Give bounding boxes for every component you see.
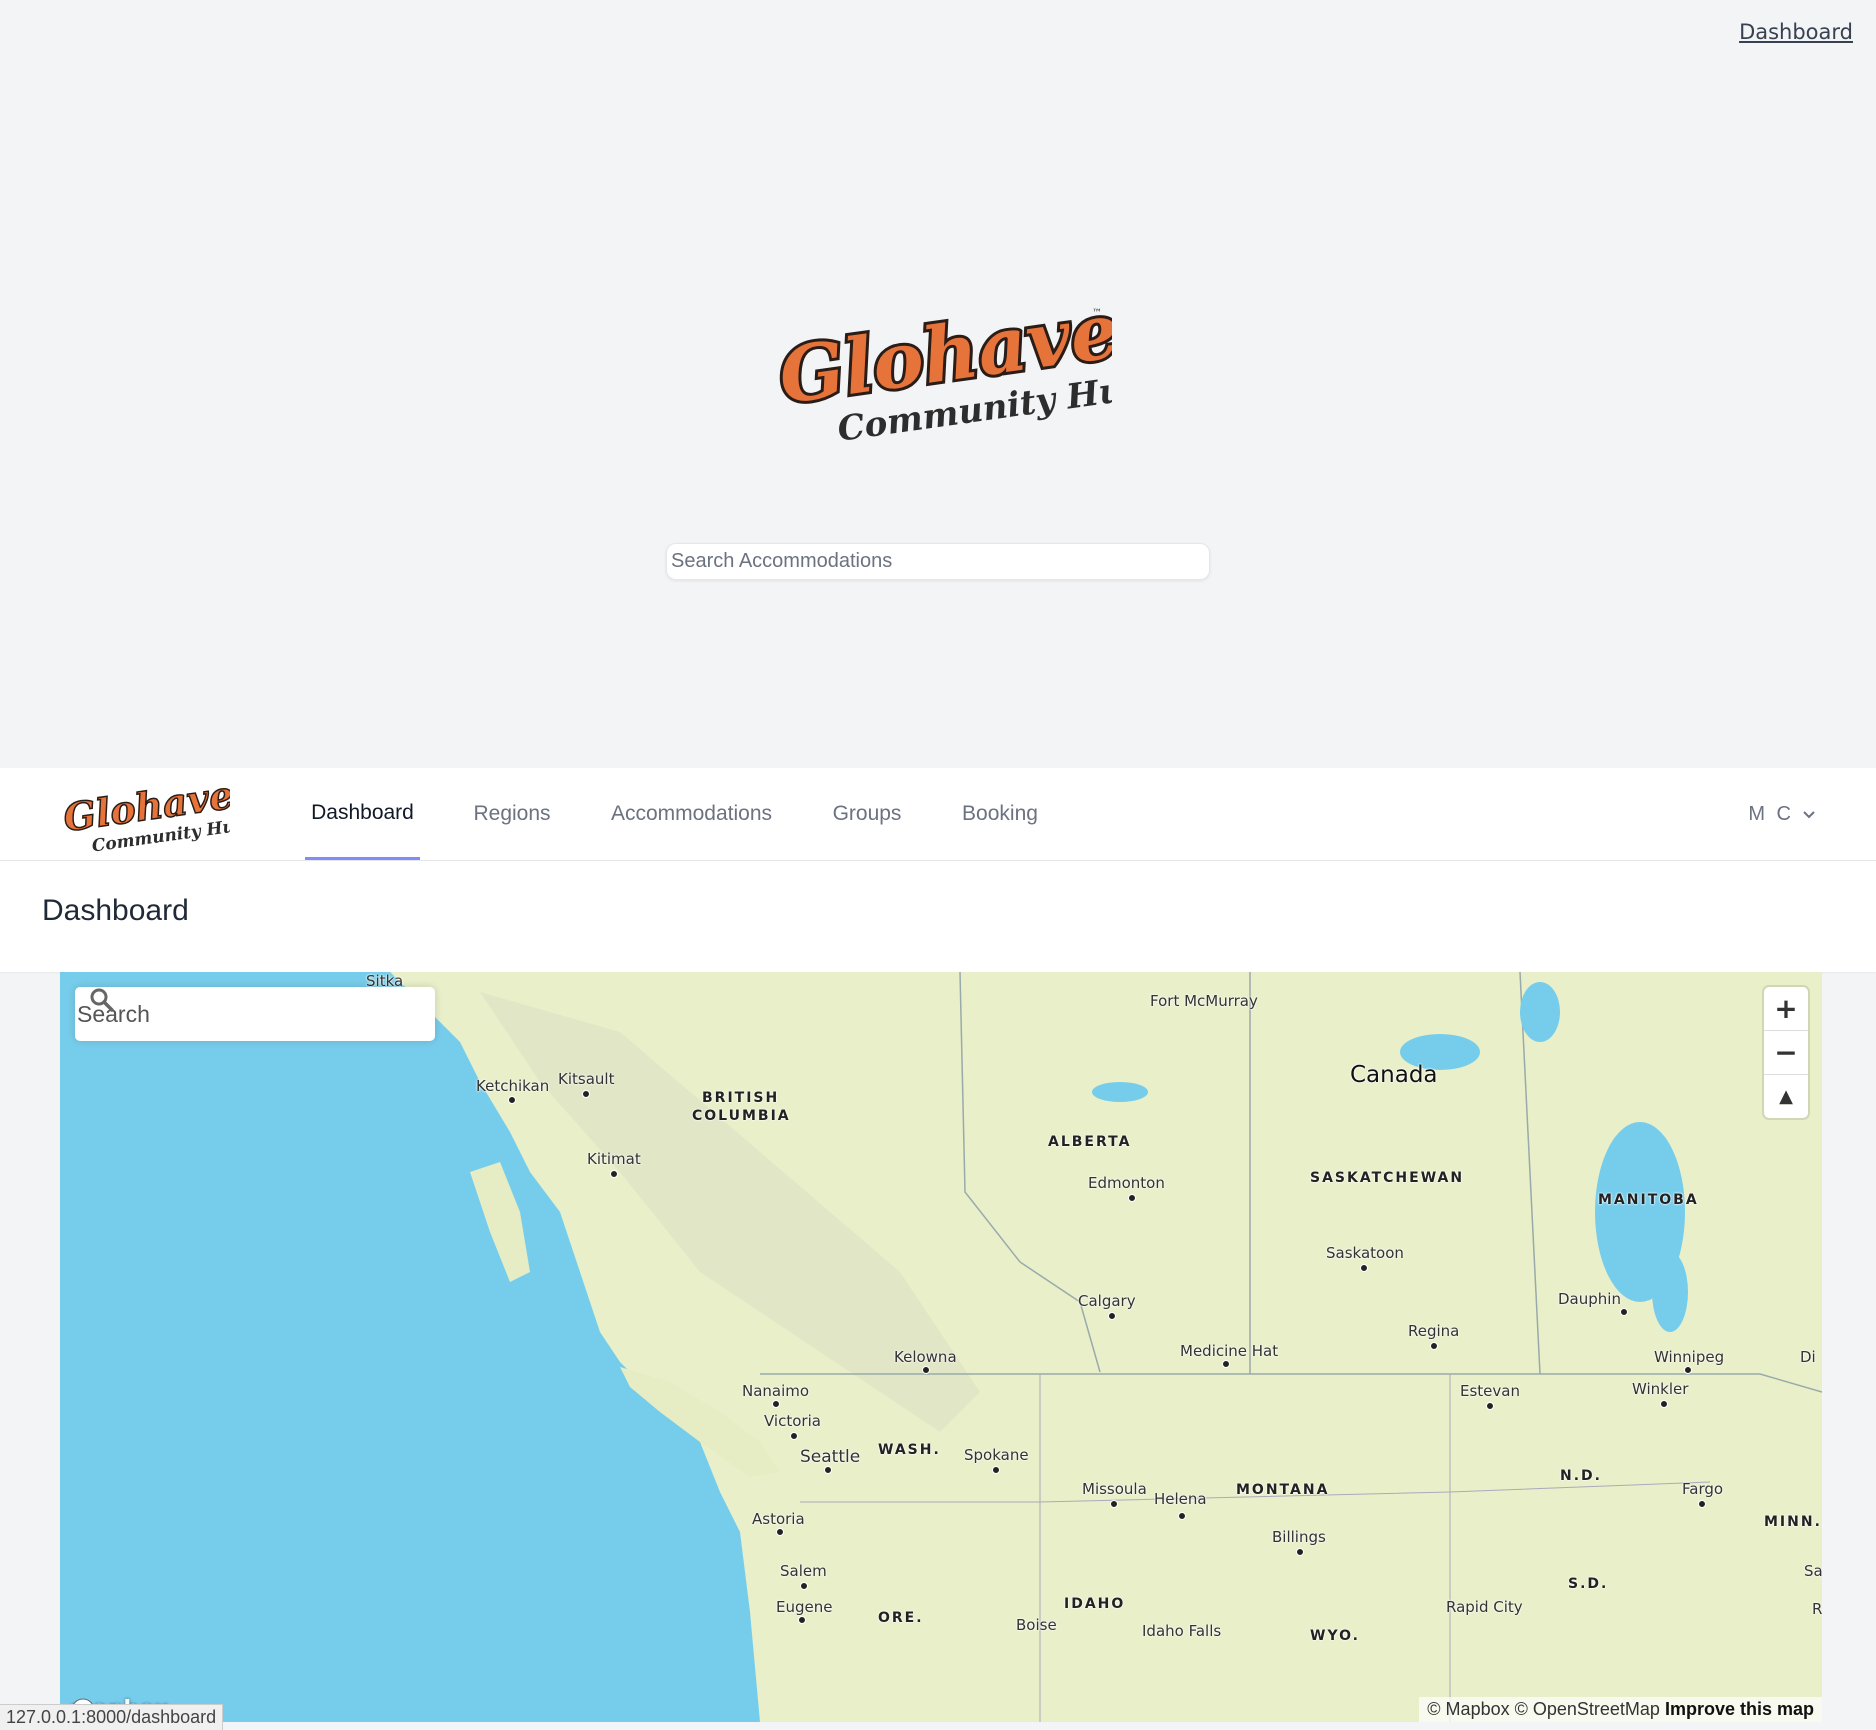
- map-province-label: WYO.: [1310, 1628, 1360, 1644]
- map-city-label: R: [1812, 1600, 1822, 1618]
- attribution-text[interactable]: © Mapbox © OpenStreetMap: [1427, 1699, 1660, 1719]
- map-city-label: Seattle: [800, 1447, 861, 1467]
- glohaven-logo: Glohaven Glohaven Community Hub ™: [772, 296, 1112, 450]
- compass-button[interactable]: ▲: [1764, 1075, 1808, 1118]
- map-province-label: ORE.: [878, 1610, 924, 1626]
- map-province-label: MINN.: [1764, 1514, 1822, 1530]
- map-city-label: Fort McMurray: [1150, 992, 1258, 1010]
- map-city-label: Astoria: [752, 1510, 805, 1528]
- map-city-label: Kitsault: [558, 1070, 615, 1088]
- map-search-box[interactable]: [75, 987, 435, 1041]
- map-province-label: MANITOBA: [1598, 1192, 1699, 1208]
- city-marker: [1430, 1342, 1438, 1350]
- map-city-label: Idaho Falls: [1142, 1622, 1222, 1640]
- map-province-label: S.D.: [1568, 1576, 1609, 1592]
- tab-dashboard[interactable]: Dashboard: [305, 768, 420, 860]
- map-city-label: Helena: [1154, 1490, 1207, 1508]
- tab-accommodations[interactable]: Accommodations: [604, 768, 779, 860]
- user-menu[interactable]: M C: [1748, 768, 1816, 860]
- city-marker: [1486, 1402, 1494, 1410]
- city-marker: [790, 1432, 798, 1440]
- city-marker: [922, 1366, 930, 1374]
- city-marker: [1128, 1194, 1136, 1202]
- map-attribution: © Mapbox © OpenStreetMap Improve this ma…: [1419, 1697, 1822, 1722]
- city-marker: [1360, 1264, 1368, 1272]
- city-marker: [610, 1170, 618, 1178]
- city-marker: [1108, 1312, 1116, 1320]
- map-province-label: SASKATCHEWAN: [1310, 1170, 1465, 1186]
- city-marker: [798, 1616, 806, 1624]
- city-marker: [1222, 1360, 1230, 1368]
- map-city-label: Winkler: [1632, 1380, 1689, 1398]
- map-province-label: IDAHO: [1064, 1596, 1126, 1612]
- chevron-down-icon: [1803, 811, 1815, 819]
- user-initials: M C: [1748, 802, 1794, 825]
- city-marker: [1296, 1548, 1304, 1556]
- map-city-label: Saint: [1804, 1562, 1822, 1580]
- map-city-label: Boise: [1016, 1616, 1057, 1634]
- map-province-label: ALBERTA: [1048, 1134, 1132, 1150]
- map-city-label: Dauphin: [1558, 1290, 1621, 1308]
- map-city-label: Salem: [780, 1562, 827, 1580]
- map-city-label: Regina: [1408, 1322, 1460, 1340]
- search-accommodations-input[interactable]: [666, 543, 1210, 580]
- map-city-label: Ketchikan: [476, 1077, 550, 1095]
- svg-text:™: ™: [1092, 308, 1102, 319]
- map-city-label: Kitimat: [587, 1150, 641, 1168]
- map[interactable]: Sitka Fort McMurray Canada Ketchikan Kit…: [60, 972, 1822, 1722]
- map-terrain: [390, 972, 1822, 1722]
- top-dashboard-link[interactable]: Dashboard: [1739, 20, 1853, 44]
- map-city-label: Eugene: [776, 1598, 833, 1616]
- city-marker: [824, 1466, 832, 1474]
- map-province-label: WASH.: [878, 1442, 941, 1458]
- city-marker: [1620, 1308, 1628, 1316]
- tab-booking[interactable]: Booking: [955, 768, 1045, 860]
- zoom-in-button[interactable]: +: [1764, 987, 1808, 1031]
- map-city-label: Spokane: [964, 1446, 1029, 1464]
- map-city-label: Calgary: [1078, 1292, 1136, 1310]
- tab-groups[interactable]: Groups: [826, 768, 908, 860]
- city-marker: [1110, 1500, 1118, 1508]
- city-marker: [582, 1090, 590, 1098]
- city-marker: [992, 1466, 1000, 1474]
- city-marker: [800, 1582, 808, 1590]
- city-marker: [1178, 1512, 1186, 1520]
- map-country-label: Canada: [1350, 1062, 1438, 1088]
- map-province-label: COLUMBIA: [692, 1108, 791, 1124]
- map-city-label: Saskatoon: [1326, 1244, 1404, 1262]
- navbar: Glohaven Community Hub Dashboard Regions…: [0, 768, 1876, 861]
- city-marker: [1660, 1400, 1668, 1408]
- tab-regions[interactable]: Regions: [467, 768, 557, 860]
- map-city-label: Fargo: [1682, 1480, 1724, 1498]
- map-search-input[interactable]: [75, 999, 359, 1029]
- map-city-label: Nanaimo: [742, 1382, 810, 1400]
- map-province-label: MONTANA: [1236, 1482, 1330, 1498]
- city-marker: [508, 1096, 516, 1104]
- map-city-label: Kelowna: [894, 1348, 957, 1366]
- status-bar-url: 127.0.0.1:8000/dashboard: [0, 1704, 224, 1730]
- map-city-label: Rapid City: [1446, 1598, 1523, 1616]
- zoom-out-button[interactable]: −: [1764, 1031, 1808, 1075]
- page-header: Dashboard: [0, 861, 1876, 972]
- page-title: Dashboard: [42, 894, 189, 927]
- city-marker: [776, 1528, 784, 1536]
- improve-map-link[interactable]: Improve this map: [1665, 1699, 1814, 1719]
- map-city-label: Victoria: [764, 1412, 821, 1430]
- navbar-logo[interactable]: Glohaven Community Hub: [60, 772, 230, 856]
- city-marker: [1684, 1366, 1692, 1374]
- map-city-label: Di: [1800, 1348, 1816, 1366]
- map-city-label: Winnipeg: [1654, 1348, 1725, 1366]
- map-city-label: Estevan: [1460, 1382, 1520, 1400]
- city-marker: [772, 1400, 780, 1408]
- map-city-label: Missoula: [1082, 1480, 1147, 1498]
- map-province-label: BRITISH: [702, 1090, 780, 1106]
- map-city-label: Billings: [1272, 1528, 1326, 1546]
- map-province-label: N.D.: [1560, 1468, 1602, 1484]
- map-city-label: Medicine Hat: [1180, 1342, 1279, 1360]
- map-controls: + − ▲: [1764, 987, 1808, 1118]
- city-marker: [1698, 1500, 1706, 1508]
- search-icon: [90, 988, 114, 1012]
- map-city-label: Edmonton: [1088, 1174, 1165, 1192]
